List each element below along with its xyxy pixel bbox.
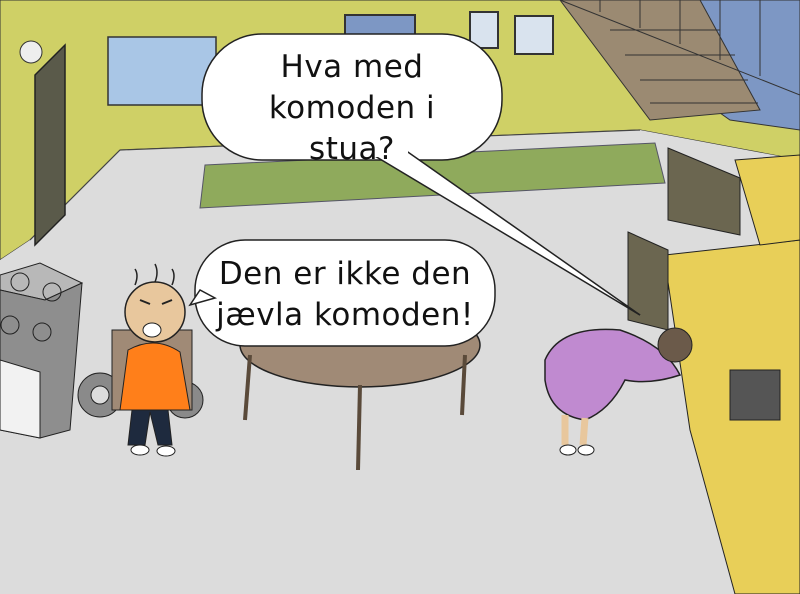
speech-bubble-2-line2: jævla komoden! <box>216 297 474 333</box>
window <box>107 36 217 106</box>
door <box>34 43 66 247</box>
speech-bubble-1-text: Hva med komoden i stua? <box>222 47 482 170</box>
stove <box>0 262 84 439</box>
wall-clock <box>19 40 43 64</box>
speech-bubble-1-line2: komoden i stua? <box>268 90 436 167</box>
speech-bubble-2-line1: Den er ikke den <box>218 256 472 292</box>
comic-panel: Hva med komoden i stua? Den er ikke den … <box>0 0 800 594</box>
picture-frame <box>514 15 554 55</box>
speech-bubble-1-line1: Hva med <box>280 49 424 85</box>
speech-bubble-2-text: Den er ikke den jævla komoden! <box>210 254 480 336</box>
